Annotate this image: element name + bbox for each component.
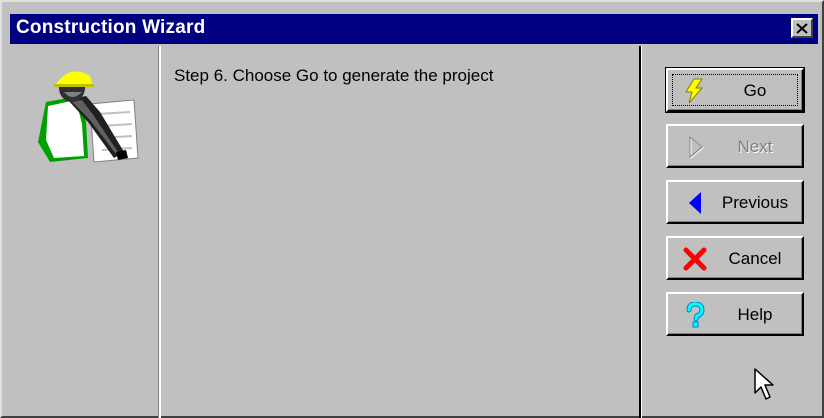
go-button[interactable]: Go: [665, 67, 805, 113]
title-bar[interactable]: Construction Wizard: [10, 14, 818, 44]
next-label: Next: [737, 137, 773, 156]
right-divider: [639, 46, 642, 418]
cancel-button[interactable]: Cancel: [666, 236, 804, 280]
left-divider: [158, 46, 161, 418]
step-instruction: Step 6. Choose Go to generate the projec…: [174, 66, 494, 85]
wizard-window: Construction Wizard Step 6. Choose Go to…: [0, 0, 824, 418]
window-title: Construction Wizard: [16, 17, 206, 38]
previous-button[interactable]: Previous: [666, 180, 804, 224]
close-button[interactable]: [791, 18, 813, 38]
question-mark-icon: [682, 301, 708, 328]
help-button[interactable]: Help: [666, 292, 804, 336]
construction-worker-icon: [28, 62, 140, 170]
next-arrow-icon: [682, 134, 708, 160]
wizard-body: Step 6. Choose Go to generate the projec…: [10, 46, 818, 418]
previous-arrow-icon: [682, 190, 708, 216]
previous-label: Previous: [721, 193, 789, 212]
go-label: Go: [743, 81, 767, 100]
close-x-icon: [796, 22, 808, 34]
lightning-bolt-icon: [682, 78, 708, 104]
next-button[interactable]: Next: [666, 124, 804, 168]
mouse-pointer-icon: [754, 368, 776, 402]
help-label: Help: [737, 305, 773, 324]
cancel-x-icon: [682, 246, 708, 272]
cancel-label: Cancel: [728, 249, 782, 268]
